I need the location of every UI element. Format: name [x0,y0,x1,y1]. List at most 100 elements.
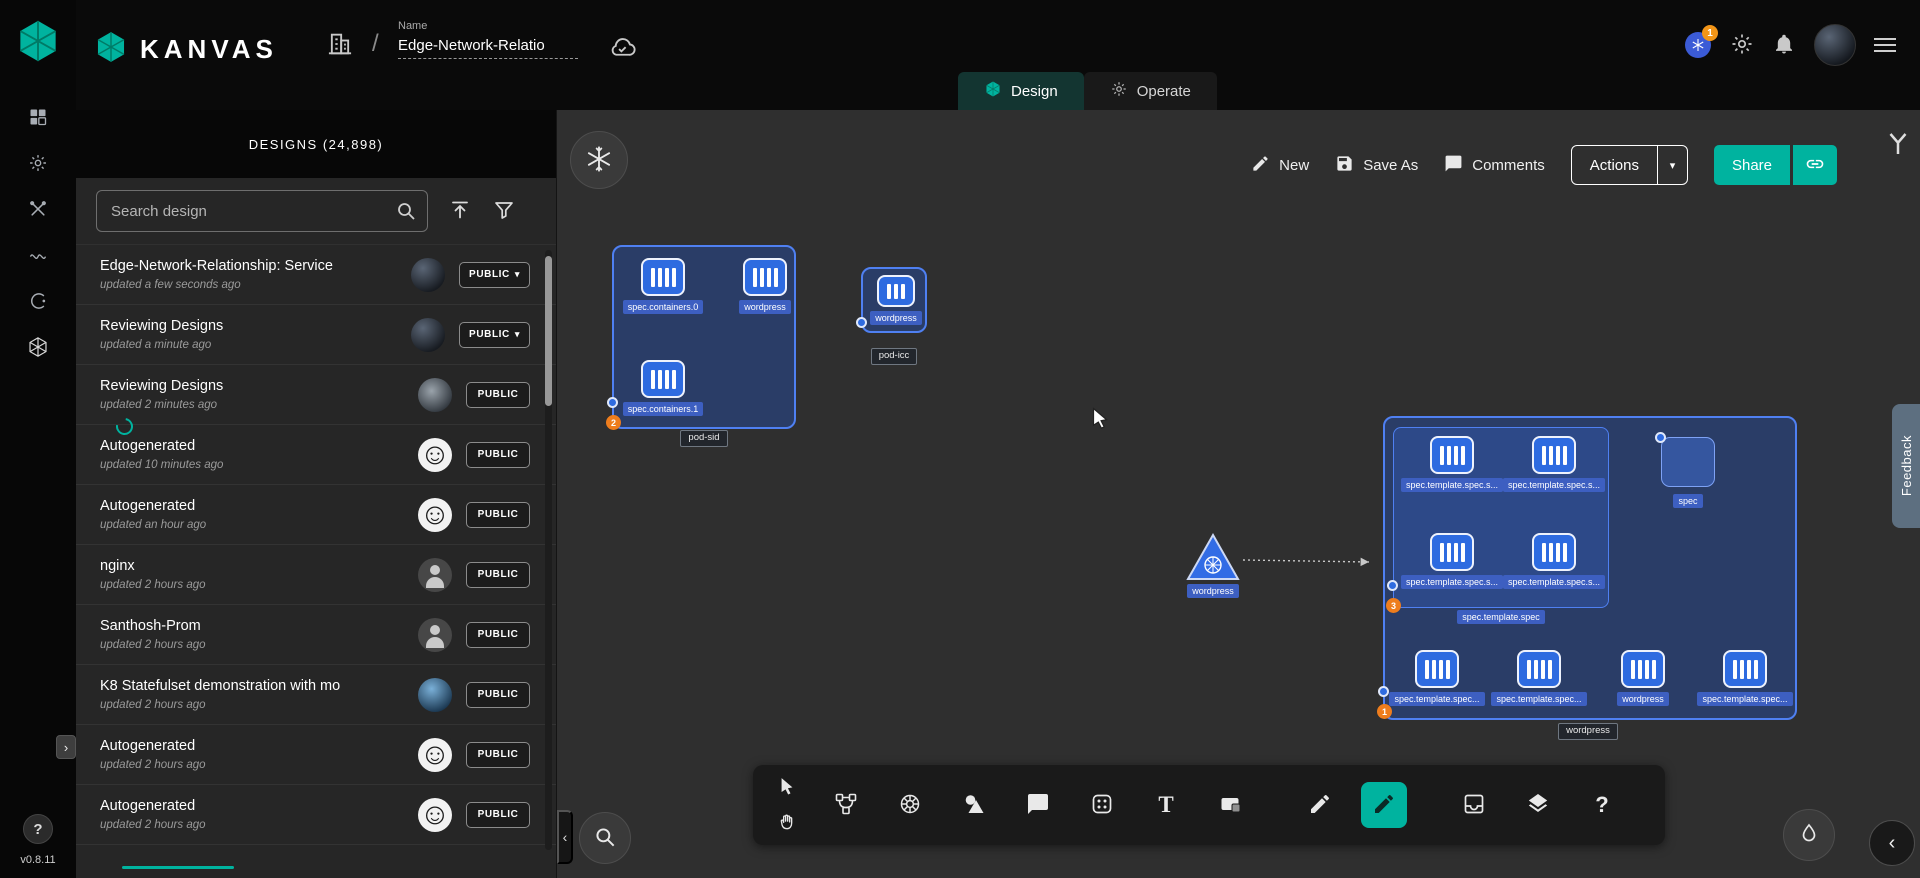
search-input[interactable] [96,190,428,232]
shapes-panel-toggle[interactable] [1879,126,1917,164]
node-group-pod-sid[interactable]: spec.containers.0 wordpress spec.contain… [612,245,796,429]
lifecycle-nav-button[interactable] [18,146,58,182]
design-list-item[interactable]: Autogeneratedupdated 2 hours ago ☺ PUBLI… [76,785,556,845]
design-list-item[interactable]: nginxupdated 2 hours ago PUBLIC [76,545,556,605]
performance-nav-button[interactable] [18,238,58,274]
kanvas-logo-icon[interactable] [15,18,61,64]
actions-button[interactable]: Actions [1572,146,1657,184]
canvas-right-collapse-button[interactable]: ‹ [1869,820,1915,866]
pod-node[interactable]: spec.template.spec... [1491,650,1587,706]
design-title: Edge-Network-Relationship: Service [100,258,401,274]
visibility-badge[interactable]: PUBLIC [466,802,530,828]
visibility-badge[interactable]: PUBLIC [466,382,530,408]
import-tool-button[interactable] [1451,782,1497,828]
kubernetes-tool-button[interactable] [887,782,933,828]
help-tool-button[interactable]: ? [1579,782,1625,828]
pod-node[interactable]: wordpress [1595,650,1691,706]
new-design-button[interactable]: New [1251,154,1309,177]
shapes-tool-button[interactable] [951,782,997,828]
design-list-item[interactable]: Reviewing Designsupdated 2 minutes ago P… [76,365,556,425]
select-tool-button[interactable] [769,770,805,804]
feedback-tab[interactable]: Feedback [1892,404,1920,528]
kubernetes-dot-badge [856,317,867,328]
user-avatar[interactable] [1814,24,1856,66]
rail-expand-button[interactable]: › [56,735,76,759]
design-canvas[interactable]: New Save As Comments Actions ▾ Share spe… [557,110,1920,878]
design-list-item[interactable]: Reviewing Designsupdated a minute ago PU… [76,305,556,365]
design-list-item[interactable]: Autogeneratedupdated an hour ago ☺ PUBLI… [76,485,556,545]
design-list-item[interactable]: Santhosh-Promupdated 2 hours ago PUBLIC [76,605,556,665]
tab-operate[interactable]: Operate [1084,72,1217,110]
pod-node[interactable]: spec.template.spec.s... [1404,533,1500,589]
visibility-badge[interactable]: PUBLIC [466,442,530,468]
node-label: spec.containers.1 [623,402,704,416]
import-design-button[interactable] [448,198,472,225]
kanvas-nav-button[interactable] [18,330,58,366]
pan-tool-button[interactable] [769,806,805,840]
design-list-item[interactable]: Autogeneratedupdated 10 minutes ago ☺ PU… [76,425,556,485]
zoom-button[interactable] [579,812,631,864]
visibility-badge[interactable]: PUBLIC [466,682,530,708]
pod-node[interactable]: spec.template.spec.s... [1506,436,1602,492]
node-label: spec.template.spec... [1389,692,1484,706]
pod-node[interactable]: spec.template.spec.s... [1404,436,1500,492]
cursor-icon [777,776,797,799]
alerts-button[interactable] [1772,32,1796,59]
visibility-dropdown[interactable]: PUBLIC▾ [459,322,530,348]
wordpress-triangle-node[interactable] [1185,532,1241,587]
text-tool-button[interactable]: T [1143,782,1189,828]
spec-node[interactable] [1661,437,1715,487]
menu-button[interactable] [1874,38,1896,52]
relationship-tool-button[interactable] [823,782,869,828]
help-button[interactable]: ? [23,814,53,844]
design-list-item[interactable]: K8 Statefulset demonstration with moupda… [76,665,556,725]
search-icon [394,199,418,228]
tab-design[interactable]: Design [958,72,1084,110]
notifications-center-button[interactable]: 1 [1684,31,1712,59]
pencil-tool-button[interactable] [1297,782,1343,828]
pod-node[interactable]: spec.template.spec.s... [1506,533,1602,589]
components-tool-button[interactable] [1079,782,1125,828]
filter-designs-button[interactable] [492,198,516,225]
node-group-pod-icc[interactable]: wordpress [861,267,927,333]
design-tab-label: Design [1011,83,1058,100]
brand[interactable]: KANVAS [94,30,278,69]
design-list-item[interactable]: Autogeneratedupdated 2 hours ago ☺ PUBLI… [76,725,556,785]
question-icon: ? [1595,792,1608,818]
visibility-badge[interactable]: PUBLIC [466,622,530,648]
visibility-badge[interactable]: PUBLIC [466,742,530,768]
pod-node[interactable]: spec.containers.0 [615,258,711,314]
configuration-nav-button[interactable] [18,192,58,228]
dashboard-nav-button[interactable] [18,100,58,136]
comments-button[interactable]: Comments [1444,154,1545,177]
organization-button[interactable] [326,30,354,61]
design-list-item[interactable]: Edge-Network-Relationship: Serviceupdate… [76,245,556,305]
visibility-badge[interactable]: PUBLIC [466,562,530,588]
settings-button[interactable] [1730,32,1754,59]
designs-scrollbar[interactable] [545,250,552,850]
pod-node[interactable]: spec.template.spec... [1389,650,1485,706]
copy-link-button[interactable] [1793,145,1837,185]
kubernetes-dot-badge [1387,580,1398,591]
visibility-badge[interactable]: PUBLIC [466,502,530,528]
design-name-input[interactable] [398,32,578,59]
actions-caret-button[interactable]: ▾ [1657,146,1687,184]
share-button[interactable]: Share [1714,145,1790,185]
locate-button[interactable] [1783,809,1835,861]
save-as-button[interactable]: Save As [1335,154,1418,177]
node-group-template-spec[interactable]: spec.template.spec.s... spec.template.sp… [1393,427,1609,608]
extensions-nav-button[interactable] [18,284,58,320]
cluster-snowflake-button[interactable] [570,131,628,189]
pod-node[interactable]: wordpress [717,258,813,314]
visibility-dropdown[interactable]: PUBLIC▾ [459,262,530,288]
draw-tool-button[interactable] [1361,782,1407,828]
container-tool-button[interactable] [1207,782,1253,828]
pod-node[interactable]: spec.containers.1 [615,360,711,416]
layers-tool-button[interactable] [1515,782,1561,828]
canvas-left-collapse-button[interactable]: ‹ [557,810,573,864]
scrollbar-thumb[interactable] [545,256,552,406]
comment-tool-button[interactable] [1015,782,1061,828]
upload-icon [448,198,472,225]
node-group-deployment[interactable]: spec.template.spec.s... spec.template.sp… [1383,416,1797,720]
pod-node[interactable]: spec.template.spec... [1697,650,1793,706]
